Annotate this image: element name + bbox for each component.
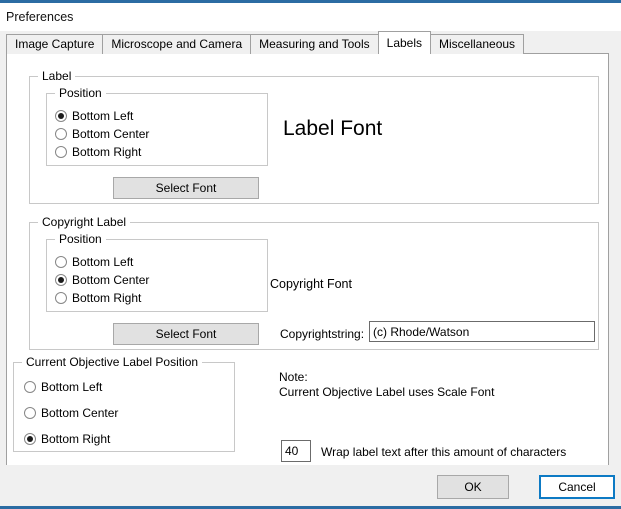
tab-microscope-and-camera[interactable]: Microscope and Camera	[102, 34, 252, 54]
tab-measuring-and-tools[interactable]: Measuring and Tools	[250, 34, 379, 54]
radio-label: Bottom Left	[72, 255, 134, 269]
radio-label: Bottom Center	[72, 273, 150, 287]
objective-position-bottom-left-radio[interactable]: Bottom Left	[24, 381, 102, 393]
wrap-characters-label: Wrap label text after this amount of cha…	[321, 445, 567, 459]
copyrightstring-field-label: Copyrightstring:	[280, 327, 365, 341]
radio-label: Bottom Right	[41, 432, 111, 446]
radio-indicator-icon	[55, 128, 67, 140]
copyright-position-bottom-left-radio[interactable]: Bottom Left	[55, 256, 133, 268]
radio-indicator-icon	[55, 292, 67, 304]
labels-tab-panel: Label Position Bottom Left Bottom Center…	[6, 53, 609, 466]
copyright-position-bottom-center-radio[interactable]: Bottom Center	[55, 274, 149, 286]
copyright-position-groupbox: Position Bottom Left Bottom Center Botto…	[46, 232, 268, 312]
copyright-font-preview: Copyright Font	[270, 277, 352, 291]
copyright-position-legend: Position	[55, 232, 106, 246]
radio-label: Bottom Left	[72, 109, 134, 123]
radio-label: Bottom Right	[72, 145, 142, 159]
ok-button[interactable]: OK	[437, 475, 509, 499]
copyright-position-bottom-right-radio[interactable]: Bottom Right	[55, 292, 141, 304]
label-position-legend: Position	[55, 86, 106, 100]
radio-indicator-icon	[24, 381, 36, 393]
copyright-groupbox-legend: Copyright Label	[38, 215, 131, 229]
radio-label: Bottom Center	[41, 406, 119, 420]
copyrightstring-input[interactable]: (c) Rhode/Watson	[369, 321, 595, 342]
objective-groupbox-legend: Current Objective Label Position	[22, 355, 203, 369]
label-font-preview: Label Font	[283, 117, 383, 140]
dialog-footer: OK Cancel	[0, 465, 621, 506]
wrap-characters-input[interactable]: 40	[281, 440, 311, 462]
radio-indicator-icon	[55, 146, 67, 158]
label-position-bottom-center-radio[interactable]: Bottom Center	[55, 128, 149, 140]
objective-position-bottom-right-radio[interactable]: Bottom Right	[24, 433, 110, 445]
cancel-button[interactable]: Cancel	[539, 475, 615, 499]
objective-position-bottom-center-radio[interactable]: Bottom Center	[24, 407, 118, 419]
tabstrip: Image Capture Microscope and Camera Meas…	[6, 31, 525, 54]
radio-indicator-icon	[55, 256, 67, 268]
preferences-dialog: Preferences Image Capture Microscope and…	[0, 0, 621, 509]
label-position-bottom-right-radio[interactable]: Bottom Right	[55, 146, 141, 158]
note-text: Current Objective Label uses Scale Font	[279, 385, 495, 399]
window-titlebar: Preferences	[0, 3, 621, 31]
radio-label: Bottom Left	[41, 380, 103, 394]
radio-label: Bottom Center	[72, 127, 150, 141]
label-position-bottom-left-radio[interactable]: Bottom Left	[55, 110, 133, 122]
tab-labels[interactable]: Labels	[377, 31, 432, 54]
tab-miscellaneous[interactable]: Miscellaneous	[430, 34, 525, 54]
tab-image-capture[interactable]: Image Capture	[6, 34, 104, 54]
radio-indicator-icon	[24, 407, 36, 419]
copyright-label-groupbox: Copyright Label Position Bottom Left Bot…	[29, 215, 599, 350]
tabstrip-container: Image Capture Microscope and Camera Meas…	[6, 31, 609, 54]
objective-label-position-groupbox: Current Objective Label Position Bottom …	[13, 355, 235, 452]
label-select-font-button[interactable]: Select Font	[113, 177, 259, 199]
note-heading: Note:	[279, 370, 308, 384]
radio-indicator-icon	[55, 110, 67, 122]
label-groupbox-legend: Label	[38, 69, 76, 83]
label-position-groupbox: Position Bottom Left Bottom Center Botto…	[46, 86, 268, 166]
copyright-select-font-button[interactable]: Select Font	[113, 323, 259, 345]
radio-indicator-icon	[55, 274, 67, 286]
radio-label: Bottom Right	[72, 291, 142, 305]
window-title: Preferences	[6, 10, 74, 24]
radio-indicator-icon	[24, 433, 36, 445]
label-groupbox: Label Position Bottom Left Bottom Center…	[29, 69, 599, 204]
